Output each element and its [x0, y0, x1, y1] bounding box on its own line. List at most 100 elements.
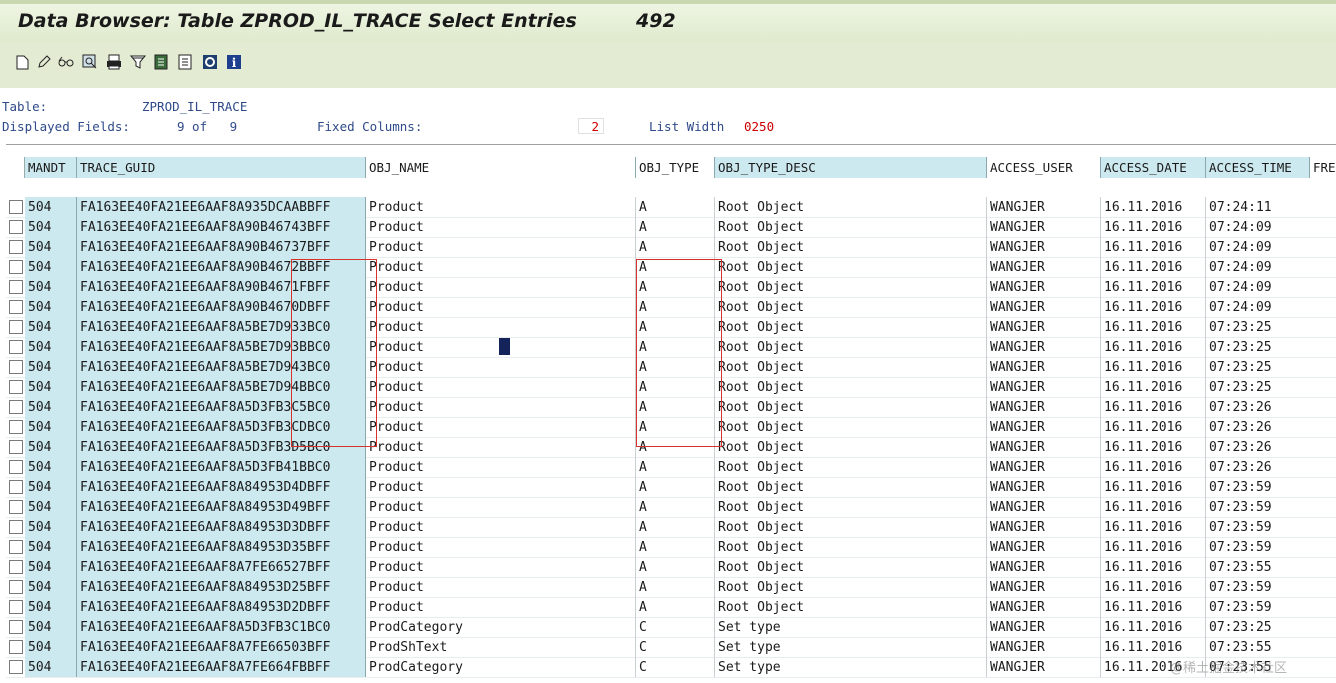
cell-obj-type-desc: Root Object — [715, 397, 987, 417]
cell-mandt: 504 — [25, 577, 77, 597]
cell-access-date: 16.11.2016 — [1101, 337, 1206, 357]
print-icon[interactable] — [106, 53, 122, 71]
cell-obj-type-desc: Root Object — [715, 337, 987, 357]
row-select-checkbox[interactable] — [9, 420, 23, 434]
row-select-checkbox[interactable] — [9, 580, 23, 594]
row-select-checkbox[interactable] — [9, 620, 23, 634]
cell-obj-type-desc: Set type — [715, 637, 987, 657]
layout-icon[interactable] — [178, 53, 194, 71]
row-select-checkbox[interactable] — [9, 660, 23, 674]
row-select-checkbox[interactable] — [9, 260, 23, 274]
cell-access-date: 16.11.2016 — [1101, 457, 1206, 477]
edit-icon[interactable] — [36, 53, 52, 71]
cell-mandt: 504 — [25, 237, 77, 257]
cell-access-time: 07:23:59 — [1209, 540, 1272, 555]
export-icon[interactable] — [154, 53, 170, 71]
cell-mandt: 504 — [25, 417, 77, 437]
column-header-obj-type-desc[interactable]: OBJ_TYPE_DESC — [715, 157, 987, 178]
cell-obj-name: Product — [366, 417, 636, 437]
cell-obj-name: Product — [366, 217, 636, 237]
cell-mandt: 504 — [25, 537, 77, 557]
row-select-checkbox[interactable] — [9, 460, 23, 474]
row-select-checkbox[interactable] — [9, 560, 23, 574]
cell-mandt: 504 — [25, 357, 77, 377]
cell-obj-type-desc: Root Object — [715, 377, 987, 397]
row-select-checkbox[interactable] — [9, 520, 23, 534]
fixed-columns-input[interactable]: 2 — [578, 118, 604, 134]
row-select-checkbox[interactable] — [9, 280, 23, 294]
cell-access-time: 07:23:25 — [1209, 620, 1272, 635]
table-row[interactable]: 504 FA163EE40FA21EE6AAF8A7FE66503BFF ProdS… — [6, 637, 1336, 658]
row-select-checkbox[interactable] — [9, 340, 23, 354]
refresh-icon[interactable] — [202, 53, 218, 71]
row-select-checkbox[interactable] — [9, 240, 23, 254]
column-header-access-user[interactable]: ACCESS_USER — [987, 157, 1101, 178]
cell-trace-guid: FA163EE40FA21EE6AAF8A84953D25BFF — [77, 577, 366, 597]
cell-access-user: WANGJER — [987, 237, 1101, 257]
table-row[interactable]: 504 FA163EE40FA21EE6AAF8A7FE66527BFF Produ… — [6, 557, 1336, 578]
cell-obj-name: Product — [366, 277, 636, 297]
cell-access-user: WANGJER — [987, 517, 1101, 537]
cell-obj-name: Product — [366, 437, 636, 457]
cell-access-time: 07:23:55 — [1209, 640, 1272, 655]
cell-access-user: WANGJER — [987, 637, 1101, 657]
cell-mandt: 504 — [25, 657, 77, 677]
cell-mandt: 504 — [25, 457, 77, 477]
row-select-checkbox[interactable] — [9, 380, 23, 394]
cell-obj-type: C — [636, 637, 715, 657]
row-select-checkbox[interactable] — [9, 220, 23, 234]
row-select-checkbox[interactable] — [9, 300, 23, 314]
row-select-checkbox[interactable] — [9, 440, 23, 454]
cell-mandt: 504 — [25, 217, 77, 237]
row-select-checkbox[interactable] — [9, 540, 23, 554]
select-all-column[interactable] — [6, 157, 25, 178]
column-header-trace-guid[interactable]: TRACE_GUID — [77, 157, 366, 178]
find-icon[interactable] — [82, 53, 98, 71]
row-select-checkbox[interactable] — [9, 500, 23, 514]
cell-access-date: 16.11.2016 — [1101, 197, 1206, 217]
cell-access-date: 16.11.2016 — [1101, 617, 1206, 637]
column-header-fre[interactable]: FRE — [1310, 157, 1336, 178]
row-select-checkbox[interactable] — [9, 320, 23, 334]
cell-obj-name: Product — [366, 237, 636, 257]
row-select-checkbox[interactable] — [9, 400, 23, 414]
new-icon[interactable] — [14, 53, 30, 71]
table-row[interactable]: 504 FA163EE40FA21EE6AAF8A90B46737BFF Produ… — [6, 237, 1336, 258]
table-row[interactable]: 504 FA163EE40FA21EE6AAF8A7FE664FBBFF ProdC… — [6, 657, 1336, 678]
cell-trace-guid: FA163EE40FA21EE6AAF8A935DCAABBFF — [77, 197, 366, 217]
table-row[interactable]: 504 FA163EE40FA21EE6AAF8A84953D3DBFF Produ… — [6, 517, 1336, 538]
table-row[interactable]: 504 FA163EE40FA21EE6AAF8A5D3FB41BBC0 Produ… — [6, 457, 1336, 478]
table-row[interactable]: 504 FA163EE40FA21EE6AAF8A84953D35BFF Produ… — [6, 537, 1336, 558]
cell-obj-type-desc: Root Object — [715, 197, 987, 217]
cell-access-time: 07:23:26 — [1209, 440, 1272, 455]
table-row[interactable]: 504 FA163EE40FA21EE6AAF8A84953D4DBFF Produ… — [6, 477, 1336, 498]
column-header-access-date[interactable]: ACCESS_DATE — [1101, 157, 1206, 178]
row-select-checkbox[interactable] — [9, 600, 23, 614]
cell-access-user: WANGJER — [987, 417, 1101, 437]
header-row: MANDT TRACE_GUID OBJ_NAME OBJ_TYPE OBJ_T… — [6, 144, 1336, 185]
row-select-checkbox[interactable] — [9, 480, 23, 494]
table-row[interactable]: 504 FA163EE40FA21EE6AAF8A84953D25BFF Produ… — [6, 577, 1336, 598]
cell-access-date: 16.11.2016 — [1101, 537, 1206, 557]
highlight-box-type — [636, 259, 722, 447]
table-row[interactable]: 504 FA163EE40FA21EE6AAF8A935DCAABBFF Produ… — [6, 197, 1336, 218]
row-select-checkbox[interactable] — [9, 640, 23, 654]
glasses-icon[interactable] — [58, 53, 74, 71]
table-row[interactable]: 504 FA163EE40FA21EE6AAF8A84953D2DBFF Produ… — [6, 597, 1336, 618]
cell-mandt: 504 — [25, 477, 77, 497]
filter-icon[interactable] — [130, 53, 146, 71]
column-header-access-time[interactable]: ACCESS_TIME — [1206, 157, 1310, 178]
cell-obj-type-desc: Root Object — [715, 417, 987, 437]
table-row[interactable]: 504 FA163EE40FA21EE6AAF8A90B46743BFF Produ… — [6, 217, 1336, 238]
table-row[interactable]: 504 FA163EE40FA21EE6AAF8A5D3FB3C1BC0 ProdC… — [6, 617, 1336, 638]
column-header-obj-name[interactable]: OBJ_NAME — [366, 157, 636, 178]
column-header-obj-type[interactable]: OBJ_TYPE — [636, 157, 715, 178]
info-icon[interactable]: i — [226, 53, 242, 71]
row-select-checkbox[interactable] — [9, 200, 23, 214]
cell-access-time: 07:23:55 — [1209, 560, 1272, 575]
table-row[interactable]: 504 FA163EE40FA21EE6AAF8A84953D49BFF Produ… — [6, 497, 1336, 518]
column-header-mandt[interactable]: MANDT — [25, 157, 77, 178]
row-select-checkbox[interactable] — [9, 360, 23, 374]
cell-obj-type-desc: Root Object — [715, 237, 987, 257]
cell-trace-guid: FA163EE40FA21EE6AAF8A7FE664FBBFF — [77, 657, 366, 677]
